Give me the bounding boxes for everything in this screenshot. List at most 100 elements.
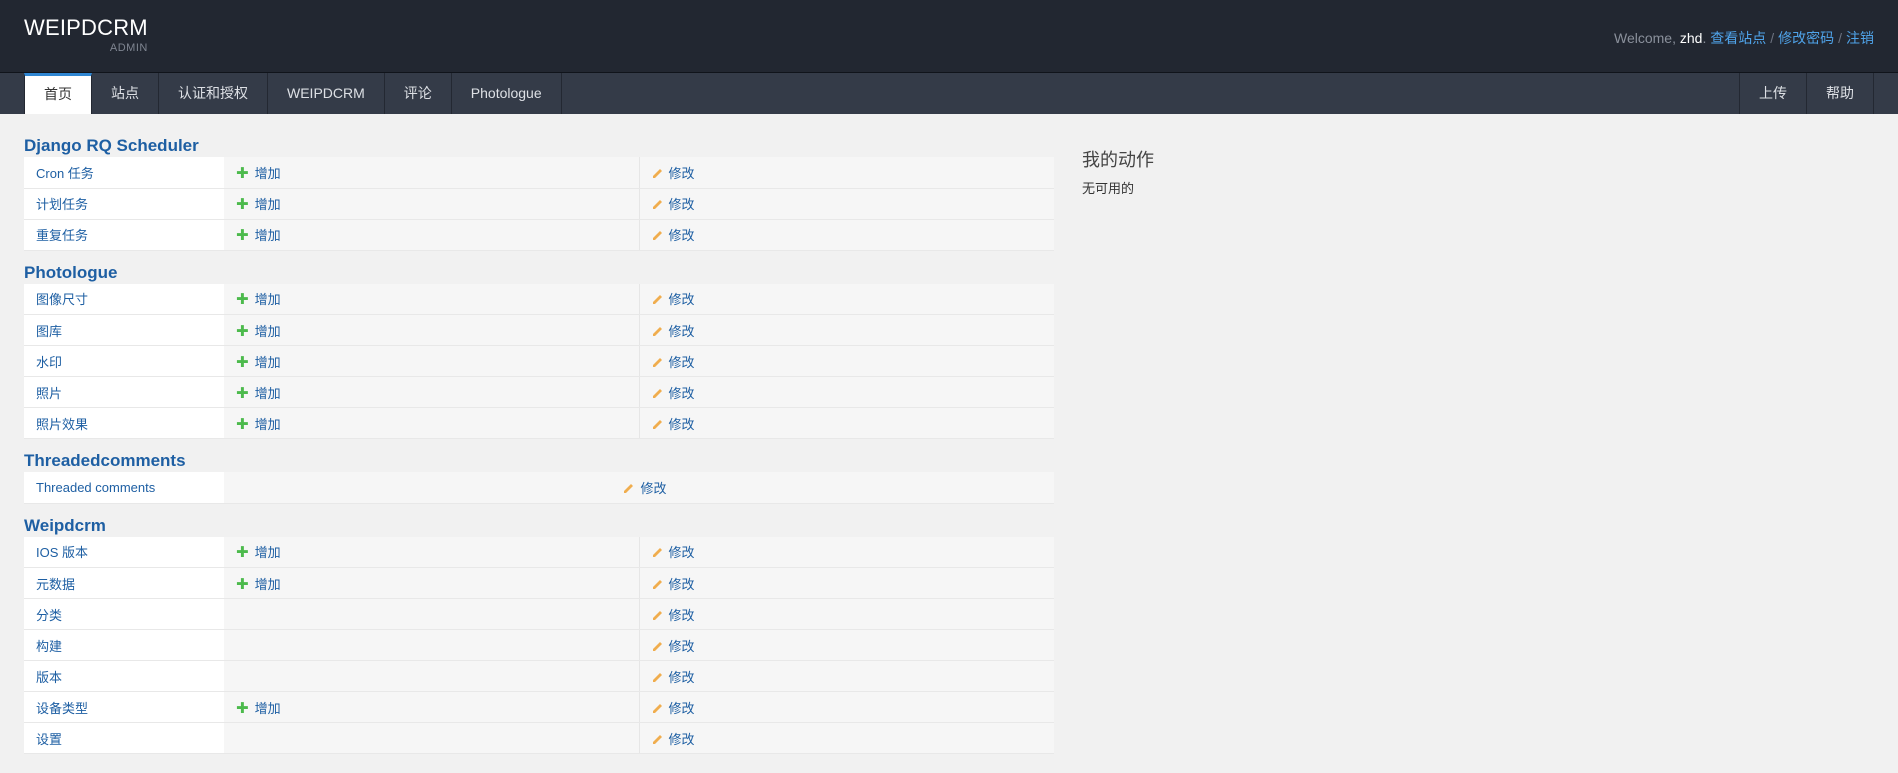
nav-left: 首页 站点 认证和授权 WEIPDCRM 评论 Photologue [24,73,562,114]
add-link[interactable]: ✚ 增加 [236,227,281,244]
plus-icon: ✚ [236,164,249,182]
add-cell [224,660,640,692]
tab-auth[interactable]: 认证和授权 [159,73,268,114]
add-label: 增加 [254,354,281,370]
brand-title[interactable]: WEIPDCRM [24,16,148,40]
model-name[interactable]: 分类 [24,598,224,630]
change-link[interactable]: 修改 [652,545,695,560]
module-title[interactable]: Weipdcrm [24,512,1054,536]
separator: / [1838,30,1842,46]
add-link[interactable]: ✚ 增加 [236,291,281,309]
add-link[interactable]: ✚ 增加 [236,416,281,433]
tab-help[interactable]: 帮助 [1806,73,1874,114]
add-cell: ✚ 增加 [224,188,640,220]
tab-upload[interactable]: 上传 [1739,73,1806,114]
view-site-link[interactable]: 查看站点 [1710,30,1766,46]
model-name[interactable]: 图库 [24,314,224,346]
model-link[interactable]: 分类 [36,608,62,623]
module-title[interactable]: Threadedcomments [24,447,1054,471]
change-link[interactable]: 修改 [652,355,695,370]
nav-right: 上传 帮助 [1739,73,1874,114]
change-link[interactable]: 修改 [652,701,695,716]
add-link[interactable]: ✚ 增加 [236,323,281,340]
change-cell: 修改 [639,314,1054,346]
model-link[interactable]: 照片效果 [36,417,88,432]
change-link[interactable]: 修改 [652,324,695,339]
model-link[interactable]: 计划任务 [36,197,88,212]
tab-weipdcrm[interactable]: WEIPDCRM [268,73,385,114]
model-name[interactable]: IOS 版本 [24,536,224,568]
module-title[interactable]: Photologue [24,259,1054,283]
model-name[interactable]: 设置 [24,722,224,754]
model-name[interactable]: 水印 [24,345,224,377]
tab-sites[interactable]: 站点 [92,73,159,114]
table-row: 版本 修改 [24,660,1054,692]
change-link[interactable]: 修改 [652,670,695,685]
tab-photologue[interactable]: Photologue [452,73,562,114]
change-link[interactable]: 修改 [652,166,695,181]
add-link[interactable]: ✚ 增加 [236,196,281,213]
model-link[interactable]: Cron 任务 [36,166,94,181]
change-cell: 修改 [639,629,1054,661]
model-name[interactable]: 元数据 [24,567,224,599]
recent-actions-title: 我的动作 [1082,150,1154,170]
model-name[interactable]: 照片效果 [24,407,224,439]
welcome-text: Welcome, [1613,30,1680,46]
change-password-link[interactable]: 修改密码 [1778,30,1834,46]
change-label: 修改 [668,385,695,401]
model-link[interactable]: 图库 [36,324,62,339]
add-cell: ✚ 增加 [224,314,640,346]
change-cell: 修改 [639,598,1054,630]
model-link[interactable]: 设置 [36,732,62,747]
change-label: 修改 [668,576,695,592]
model-link[interactable]: 图像尺寸 [36,292,88,307]
change-link[interactable]: 修改 [652,417,695,432]
model-link[interactable]: 元数据 [36,577,75,592]
tab-home[interactable]: 首页 [24,73,92,114]
change-label: 修改 [668,165,695,181]
add-link[interactable]: ✚ 增加 [236,385,281,402]
model-link[interactable]: 版本 [36,670,62,685]
model-name[interactable]: 照片 [24,376,224,408]
table-row: Cron 任务 ✚ 增加 修改 [24,157,1054,189]
module-title[interactable]: Django RQ Scheduler [24,132,1054,156]
model-name[interactable]: Cron 任务 [24,157,224,189]
plus-icon: ✚ [236,291,249,309]
change-link[interactable]: 修改 [652,732,695,747]
model-name[interactable]: 重复任务 [24,219,224,251]
model-link[interactable]: IOS 版本 [36,545,88,560]
change-link[interactable]: 修改 [652,386,695,401]
change-link[interactable]: 修改 [652,577,695,592]
model-name[interactable]: 设备类型 [24,691,224,723]
model-link[interactable]: 重复任务 [36,228,88,243]
change-label: 修改 [668,545,695,561]
model-name[interactable]: 版本 [24,660,224,692]
tab-comments[interactable]: 评论 [385,73,452,114]
model-name[interactable]: 计划任务 [24,188,224,220]
add-link[interactable]: ✚ 增加 [236,164,281,182]
change-link[interactable]: 修改 [652,292,695,307]
logout-link[interactable]: 注销 [1846,30,1874,46]
pencil-icon [652,641,662,651]
model-name[interactable]: Threaded comments [24,472,224,504]
change-link[interactable]: 修改 [652,639,695,654]
model-link[interactable]: Threaded comments [36,480,155,495]
model-link[interactable]: 水印 [36,355,62,370]
model-link[interactable]: 设备类型 [36,701,88,716]
site-brand[interactable]: WEIPDCRM ADMIN [24,16,148,55]
add-link[interactable]: ✚ 增加 [236,354,281,371]
user-tools: Welcome, zhd. 查看站点 / 修改密码 / 注销 [1614,28,1874,48]
add-link[interactable]: ✚ 增加 [236,544,281,561]
change-link[interactable]: 修改 [652,197,695,212]
add-link[interactable]: ✚ 增加 [236,576,281,593]
model-link[interactable]: 照片 [36,386,62,401]
app-list: Django RQ Scheduler Cron 任务 ✚ 增加 修改 计划任务 … [24,132,1054,762]
model-link[interactable]: 构建 [36,639,62,654]
add-label: 增加 [254,323,281,339]
change-link[interactable]: 修改 [652,608,695,623]
model-name[interactable]: 图像尺寸 [24,283,224,315]
change-link[interactable]: 修改 [623,481,667,496]
add-link[interactable]: ✚ 增加 [236,700,281,717]
model-name[interactable]: 构建 [24,629,224,661]
change-link[interactable]: 修改 [652,228,695,243]
